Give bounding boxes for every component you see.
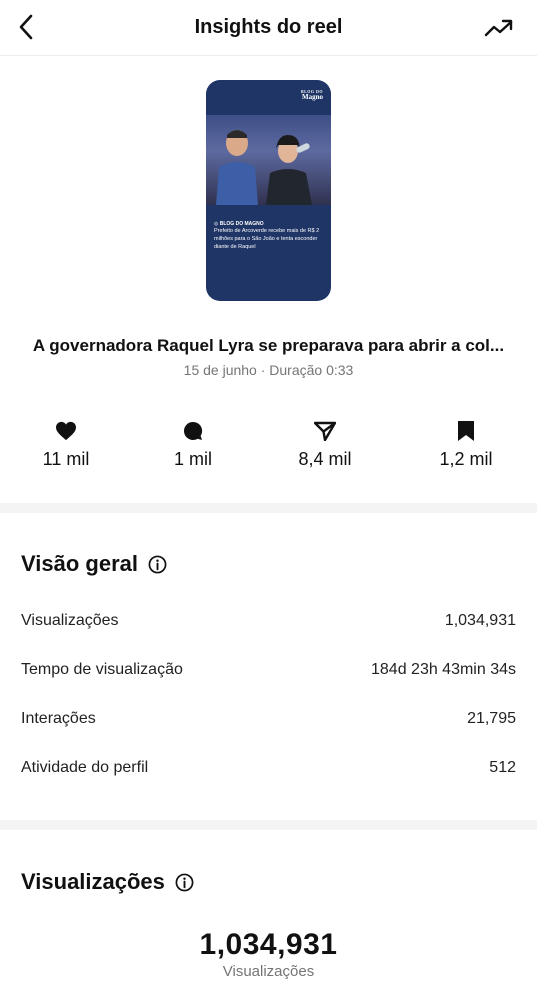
views-heading: Visualizações	[21, 869, 194, 895]
info-icon[interactable]	[175, 873, 194, 892]
overview-row-watch-time: Tempo de visualização 184d 23h 43min 34s	[21, 658, 516, 682]
row-label: Atividade do perfil	[21, 759, 149, 776]
overview-row-profile-activity[interactable]: Atividade do perfil 512	[21, 756, 516, 780]
saves-count: 1,2 mil	[439, 449, 493, 469]
comment-icon	[133, 418, 253, 444]
shares-stat: 8,4 mil	[265, 418, 385, 470]
heart-icon	[6, 418, 126, 444]
reel-title: A governadora Raquel Lyra se preparava p…	[32, 336, 505, 355]
row-label: Tempo de visualização	[21, 661, 183, 678]
row-value: 512	[489, 759, 516, 776]
views-total: 1,034,931	[199, 928, 338, 961]
saves-stat: 1,2 mil	[406, 418, 526, 470]
views-title: Visualizações	[21, 869, 165, 894]
comments-stat: 1 mil	[133, 418, 253, 470]
blog-logo: BLOG DO Magno	[300, 89, 323, 102]
section-divider	[0, 503, 537, 513]
share-icon	[265, 418, 385, 444]
overview-heading: Visão geral	[21, 551, 167, 577]
bookmark-icon	[406, 418, 526, 444]
row-label: Visualizações	[21, 612, 119, 629]
comments-count: 1 mil	[173, 449, 212, 469]
section-divider	[0, 820, 537, 830]
trending-up-icon[interactable]	[483, 14, 515, 42]
person-figure	[216, 130, 258, 205]
page-title: Insights do reel	[194, 16, 343, 38]
overview-row-interactions[interactable]: Interações 21,795	[21, 707, 516, 731]
reel-caption: ◎ BLOG DO MAGNO Prefeito de Arcoverde re…	[214, 221, 320, 251]
row-value: 184d 23h 43min 34s	[371, 661, 516, 678]
reel-thumbnail[interactable]: BLOG DO Magno ◎ BLOG DO MAGNO Prefeito d…	[206, 80, 331, 301]
reel-photo	[206, 115, 331, 205]
row-value: 21,795	[467, 710, 516, 727]
row-label: Interações	[21, 710, 96, 727]
shares-count: 8,4 mil	[298, 449, 352, 469]
person-figure	[266, 135, 312, 205]
views-total-label: Visualizações	[222, 963, 315, 980]
engagement-stats: 11 mil 1 mil 8,4 mil 1,2 mil	[0, 418, 537, 478]
likes-count: 11 mil	[42, 449, 90, 469]
reel-meta: 15 de junho · Duração 0:33	[183, 362, 354, 378]
top-bar: Insights do reel	[0, 0, 537, 56]
info-icon[interactable]	[148, 555, 167, 574]
row-value: 1,034,931	[444, 612, 516, 629]
overview-title: Visão geral	[21, 551, 138, 576]
likes-stat: 11 mil	[6, 418, 126, 470]
overview-row-views: Visualizações 1,034,931	[21, 609, 516, 633]
